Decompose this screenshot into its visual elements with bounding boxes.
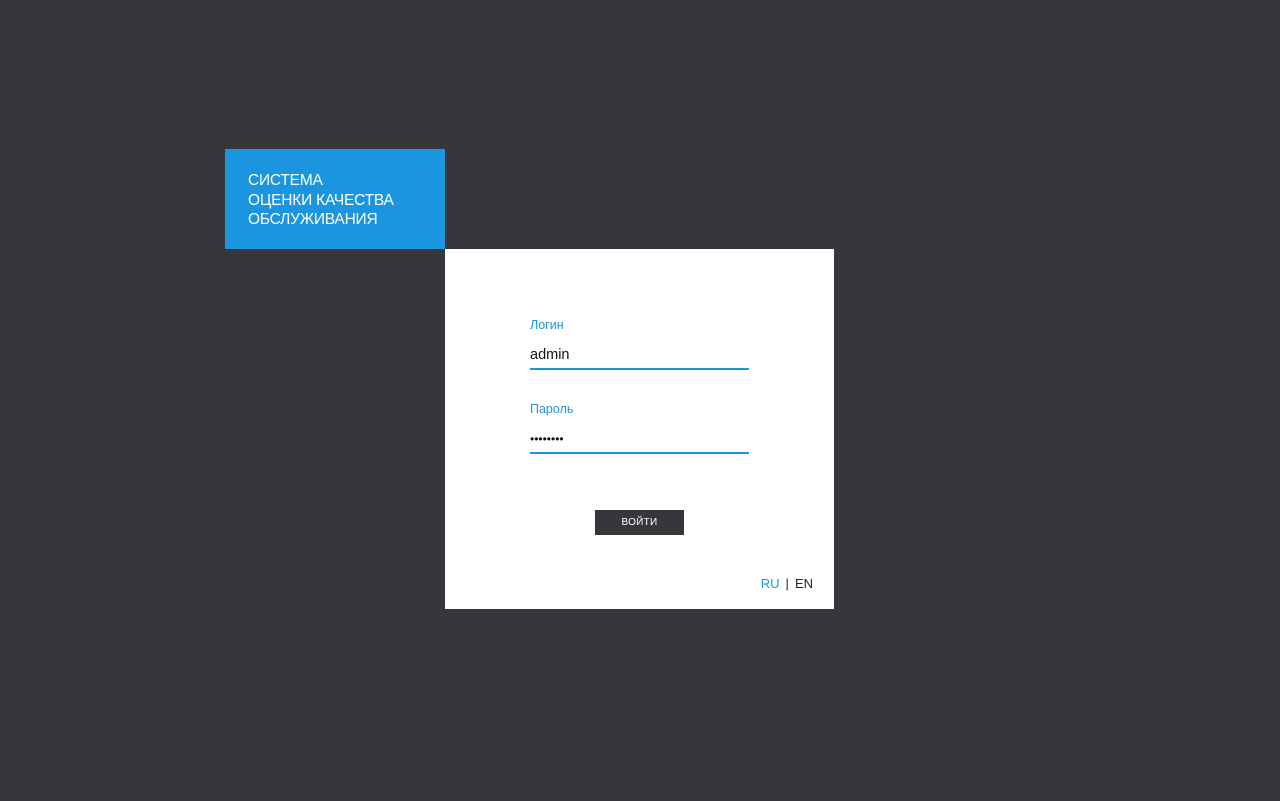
brand-title-line-2: ОЦЕНКИ КАЧЕСТВА xyxy=(248,191,394,209)
language-switcher: RU | EN xyxy=(761,576,813,592)
language-en-link[interactable]: EN xyxy=(795,576,813,591)
brand-title-line-3: ОБСЛУЖИВАНИЯ xyxy=(248,211,378,228)
language-separator: | xyxy=(785,576,789,591)
login-label: Логин xyxy=(530,318,564,332)
login-input[interactable] xyxy=(530,342,749,370)
language-ru-link[interactable]: RU xyxy=(761,576,780,591)
login-button[interactable]: ВОЙТИ xyxy=(595,510,684,535)
login-field-group: Логин xyxy=(530,318,749,370)
brand-title-line-1: СИСТЕМА xyxy=(248,172,323,189)
login-card: Логин Пароль ВОЙТИ RU | EN xyxy=(445,249,834,609)
login-page: СИСТЕМА ОЦЕНКИ КАЧЕСТВА ОБСЛУЖИВАНИЯ Лог… xyxy=(0,0,1280,801)
password-label: Пароль xyxy=(530,402,574,416)
brand-box: СИСТЕМА ОЦЕНКИ КАЧЕСТВА ОБСЛУЖИВАНИЯ xyxy=(225,149,445,249)
password-input[interactable] xyxy=(530,426,749,454)
password-field-group: Пароль xyxy=(530,402,749,454)
